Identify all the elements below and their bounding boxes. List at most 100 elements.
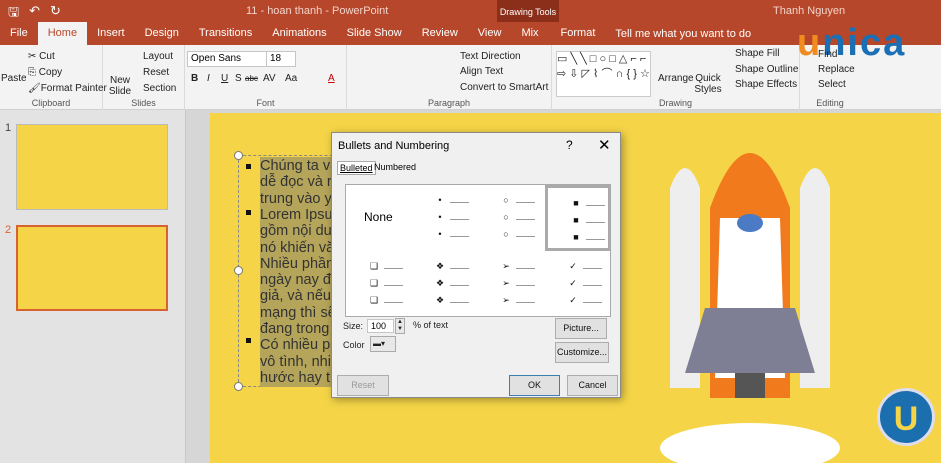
shapes-gallery[interactable]: ▭ ╲ ╲ □ ○ □ △ ⌐ ⌐ ⇨ ⇩ ◸ ⌇ ⌒ ∩ { } ☆ [556,51,651,97]
section-button[interactable]: Section [143,83,176,94]
tab-animations[interactable]: Animations [262,22,336,45]
layout-button[interactable]: Layout [143,51,173,62]
reset-button[interactable]: Reset [143,67,169,78]
new-slide-button[interactable]: New Slide [106,75,134,97]
bullet-preview-line [450,219,469,220]
help-button[interactable]: ? [566,138,573,152]
bullet-preview-line [516,202,535,203]
bullet-option[interactable]: ○ ○ ○ [478,185,544,251]
user-name[interactable]: Thanh Nguyen [773,5,845,17]
font-color-button[interactable]: A [328,73,335,84]
close-button[interactable]: ✕ [598,136,611,154]
tab-bulleted[interactable]: Bulleted [337,161,376,175]
bullet-preview-line [384,302,403,303]
bullet-option[interactable]: ❖ ❖ ❖ [412,251,478,317]
bullet-preview-line [583,268,602,269]
unica-logo: unica [797,22,907,64]
quick-styles-button[interactable]: Quick Styles [693,73,723,95]
shape-outline-button[interactable]: Shape Outline [735,64,798,75]
tab-mix[interactable]: Mix [511,22,548,45]
font-name-select[interactable]: Open Sans [187,51,272,67]
copy-button[interactable]: ⎘ Copy [28,67,62,78]
window-title: 11 - hoan thanh - PowerPoint [246,5,389,17]
tab-review[interactable]: Review [412,22,468,45]
size-spinner[interactable]: ▲ ▼ [395,318,405,334]
cancel-button[interactable]: Cancel [567,375,618,396]
bullet-preview-line [450,285,469,286]
resize-handle[interactable] [234,382,243,391]
bullets-numbering-dialog: Bullets and Numbering ? ✕ Bulleted Numbe… [331,132,621,398]
tab-transitions[interactable]: Transitions [189,22,262,45]
dialog-title: Bullets and Numbering [338,140,450,152]
slide-thumbnail-2[interactable] [16,225,168,311]
char-spacing-button[interactable]: AV [263,73,276,84]
bullet-option[interactable]: ➢ ➢ ➢ [478,251,544,317]
format-painter-button[interactable]: 🖌Format Painter [28,83,107,94]
paragraph-group: Text Direction Align Text Convert to Sma… [347,45,552,110]
shape-fill-button[interactable]: Shape Fill [735,48,779,59]
italic-button[interactable]: I [207,73,210,84]
bullet-preview-line [586,205,605,206]
find-button[interactable]: Find [818,49,837,60]
bullet-marker [246,338,251,343]
bullet-preview-line [450,268,469,269]
bullet-preview-line [516,236,535,237]
shadow-button[interactable]: S [235,73,242,84]
bullet-preview-line [384,268,403,269]
bullet-option[interactable]: ■ ■ ■ [545,185,611,251]
cut-button[interactable]: ✂ Cut [28,51,55,62]
tab-design[interactable]: Design [135,22,189,45]
paragraph-label: Paragraph [427,98,471,108]
underline-button[interactable]: U [221,73,228,84]
bullet-symbol-icon: ✓ [569,295,577,305]
tell-me-input[interactable]: Tell me what you want to do [615,28,751,40]
tab-format[interactable]: Format [549,22,608,45]
ok-button[interactable]: OK [509,375,560,396]
picture-button[interactable]: Picture... [555,318,607,339]
bullet-preview-line [516,285,535,286]
bullet-preview-line [583,302,602,303]
convert-smartart-button[interactable]: Convert to SmartArt [460,82,548,93]
bullet-preview-line [450,202,469,203]
bullet-symbol-icon: ■ [573,198,579,208]
align-text-button[interactable]: Align Text [460,66,503,77]
paste-button[interactable]: Paste [1,73,27,84]
tab-file[interactable]: File [0,22,38,45]
none-label: None [364,210,393,224]
bullet-symbol-icon: ■ [573,215,579,225]
slides-group: New Slide Layout Reset Section Slides [103,45,185,110]
resize-handle[interactable] [234,151,243,160]
bullet-option[interactable]: ✓ ✓ ✓ [545,251,611,317]
bullet-symbol-icon: ○ [503,212,509,222]
slide-thumbnail-1[interactable] [16,124,168,210]
bullet-option-none[interactable]: None [346,185,412,251]
bullet-preview-line [586,239,605,240]
tab-numbered[interactable]: Numbered [372,161,418,173]
bullet-symbol-icon: ❖ [435,278,445,288]
tab-insert[interactable]: Insert [87,22,135,45]
tab-home[interactable]: Home [37,22,88,45]
bullet-marker [246,210,251,215]
font-size-select[interactable]: 18 [266,51,296,67]
font-group: Open Sans 18 B I U S abc AV Aa A Font [185,45,347,110]
color-picker[interactable]: ▬▾ [370,336,396,352]
resize-handle[interactable] [234,266,243,275]
tab-slide-show[interactable]: Slide Show [337,22,412,45]
drawing-group: ▭ ╲ ╲ □ ○ □ △ ⌐ ⌐ ⇨ ⇩ ◸ ⌇ ⌒ ∩ { } ☆ Arra… [552,45,800,110]
change-case-button[interactable]: Aa [285,73,297,84]
arrange-button[interactable]: Arrange [658,73,694,84]
strikethrough-button[interactable]: abc [245,74,258,83]
shape-effects-button[interactable]: Shape Effects [735,79,797,90]
replace-button[interactable]: Replace [818,64,855,75]
text-direction-button[interactable]: Text Direction [460,51,521,62]
color-label: Color [343,340,365,350]
bullet-option[interactable]: ❑ ❑ ❑ [346,251,412,317]
tab-view[interactable]: View [468,22,512,45]
size-input[interactable]: 100 [367,319,394,333]
bullet-symbol-icon: ➢ [502,295,510,305]
bullet-option[interactable]: • • • [412,185,478,251]
reset-button: Reset [337,375,389,396]
bold-button[interactable]: B [191,73,198,84]
customize-button[interactable]: Customize... [555,342,609,363]
select-button[interactable]: Select [818,79,846,90]
